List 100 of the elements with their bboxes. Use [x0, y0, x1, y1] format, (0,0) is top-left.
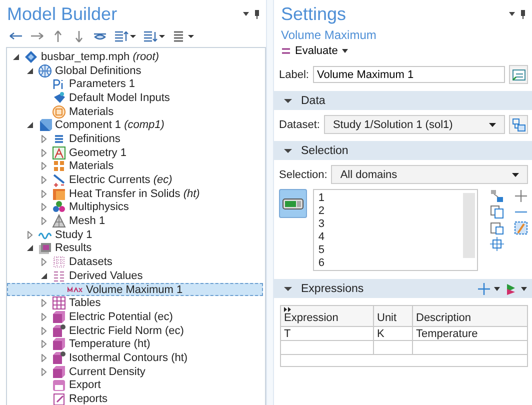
- expanded-arrow-icon[interactable]: [26, 66, 34, 75]
- tree-item[interactable]: Temperature (ht): [7, 337, 265, 352]
- add-icon[interactable]: [514, 189, 528, 203]
- tree-item[interactable]: Study 1: [7, 228, 265, 242]
- collapsed-arrow-icon[interactable]: [40, 258, 48, 266]
- tree-item[interactable]: Export: [7, 378, 265, 392]
- section-header[interactable]: Data: [274, 91, 532, 110]
- tree-item[interactable]: Derived Values: [7, 269, 265, 283]
- export-icon: [52, 378, 66, 392]
- collapsed-arrow-icon[interactable]: [40, 190, 48, 198]
- pin-icon[interactable]: [242, 9, 262, 19]
- cube-icon: [38, 118, 52, 132]
- tree-item[interactable]: Global Definitions: [7, 64, 265, 78]
- scrollbar[interactable]: [463, 193, 475, 258]
- show-label-button[interactable]: [509, 65, 528, 84]
- triangle-mesh-icon: [52, 214, 66, 228]
- circles-icon: [52, 200, 66, 214]
- tree-item[interactable]: Electric Field Norm (ec): [7, 324, 265, 338]
- collapsed-arrow-icon[interactable]: [40, 299, 48, 308]
- column-header[interactable]: Unit: [374, 306, 412, 326]
- table-cell[interactable]: [374, 340, 412, 354]
- dropdown[interactable]: All domains: [331, 165, 528, 184]
- collapsed-arrow-icon[interactable]: [40, 326, 48, 335]
- diamond-icon: [24, 50, 38, 64]
- cube-icon: [52, 310, 66, 324]
- section-header[interactable]: Expressions: [274, 279, 532, 298]
- tree-item[interactable]: Parameters 1: [7, 77, 265, 92]
- collapsed-arrow-icon[interactable]: [40, 312, 48, 321]
- expanded-arrow-icon[interactable]: [284, 98, 292, 104]
- panel-title: Settings: [281, 3, 346, 25]
- pin-icon[interactable]: [508, 9, 528, 19]
- paste-icon[interactable]: [490, 221, 504, 235]
- tree-item[interactable]: Electric Currents (ec): [7, 173, 265, 187]
- collapsed-arrow-icon[interactable]: [40, 176, 48, 184]
- column-header[interactable]: Expression: [281, 306, 374, 326]
- panel-title: Model Builder: [7, 3, 118, 25]
- expanded-arrow-icon[interactable]: [284, 148, 292, 154]
- table-cell[interactable]: [281, 340, 374, 354]
- field-label: Selection:: [279, 168, 328, 180]
- caret-icon[interactable]: [521, 284, 528, 292]
- caret-icon[interactable]: [494, 284, 501, 292]
- label-field[interactable]: Volume Maximum 1: [312, 66, 505, 83]
- copy-nodes-icon[interactable]: [490, 189, 504, 203]
- arrows-icon[interactable]: [505, 282, 517, 294]
- tree-item[interactable]: Results: [7, 242, 265, 256]
- tree-item[interactable]: Tables: [7, 296, 265, 310]
- active-toggle-button[interactable]: [279, 189, 308, 218]
- caret-icon[interactable]: [512, 172, 519, 178]
- node-type-title: Volume Maximum: [280, 28, 378, 42]
- collapsed-arrow-icon[interactable]: [40, 162, 48, 170]
- double-arrow-icon[interactable]: [284, 307, 291, 312]
- expanded-arrow-icon[interactable]: [40, 272, 48, 280]
- tree-item[interactable]: Materials: [7, 104, 265, 118]
- tree-item[interactable]: Materials: [7, 160, 265, 174]
- tree-item[interactable]: Current Density: [7, 364, 265, 378]
- window-icon: [512, 68, 526, 82]
- collapsed-arrow-icon[interactable]: [40, 134, 48, 143]
- dropdown[interactable]: Study 1/Solution 1 (sol1): [324, 115, 505, 134]
- tree-item[interactable]: Geometry 1: [7, 146, 265, 160]
- tree-item[interactable]: Definitions: [7, 132, 265, 146]
- sort-list-icon[interactable]: [142, 29, 158, 43]
- collapsed-arrow-icon[interactable]: [40, 217, 48, 226]
- collapsed-arrow-icon[interactable]: [40, 354, 48, 362]
- zoom-to-selection-icon[interactable]: [490, 237, 504, 251]
- cube-icon: [52, 324, 66, 338]
- field-label: Dataset:: [279, 118, 320, 130]
- numbers-icon: [52, 268, 66, 283]
- list-item: 5: [318, 244, 326, 257]
- go-to-source-button[interactable]: [509, 115, 528, 134]
- expanded-arrow-icon[interactable]: [12, 52, 20, 61]
- caret-icon[interactable]: [489, 122, 496, 128]
- collapsed-arrow-icon[interactable]: [40, 368, 48, 376]
- tree-item[interactable]: Isothermal Contours (ht): [7, 351, 265, 365]
- tree-item[interactable]: Volume Maximum 1: [7, 282, 263, 296]
- caret-icon[interactable]: [342, 47, 349, 55]
- collapsed-arrow-icon[interactable]: [26, 230, 34, 239]
- tree-item[interactable]: Datasets: [7, 255, 265, 269]
- selection-list[interactable]: 1 2 3 4 5 6: [313, 189, 478, 271]
- expanded-arrow-icon[interactable]: [284, 286, 292, 292]
- expanded-arrow-icon[interactable]: [26, 244, 34, 252]
- section-header[interactable]: Selection: [274, 141, 532, 160]
- equals-icon[interactable]: [281, 47, 291, 55]
- tree-item[interactable]: Mesh 1: [7, 214, 265, 228]
- add-icon[interactable]: [478, 282, 490, 294]
- sort-list-icon[interactable]: [113, 29, 129, 43]
- tree-item[interactable]: Multiphysics: [7, 200, 265, 214]
- tree-item[interactable]: Reports: [7, 392, 265, 405]
- tree-item[interactable]: Component 1 (comp1): [7, 118, 265, 132]
- collapsed-arrow-icon[interactable]: [40, 203, 48, 212]
- expanded-arrow-icon[interactable]: [26, 121, 34, 130]
- tree-item[interactable]: Electric Potential (ec): [7, 310, 265, 324]
- clear-selection-icon[interactable]: [514, 221, 528, 235]
- tree-item[interactable]: Heat Transfer in Solids (ht): [7, 186, 265, 201]
- column-header[interactable]: Description: [412, 306, 527, 326]
- tree-item[interactable]: Default Model Inputs: [7, 91, 265, 105]
- collapsed-arrow-icon[interactable]: [40, 148, 48, 157]
- collapsed-arrow-icon[interactable]: [40, 340, 48, 348]
- evaluate-button[interactable]: Evaluate: [274, 42, 356, 60]
- copy-icon[interactable]: [490, 205, 504, 219]
- tree-item[interactable]: busbar_temp.mph (root): [7, 50, 265, 64]
